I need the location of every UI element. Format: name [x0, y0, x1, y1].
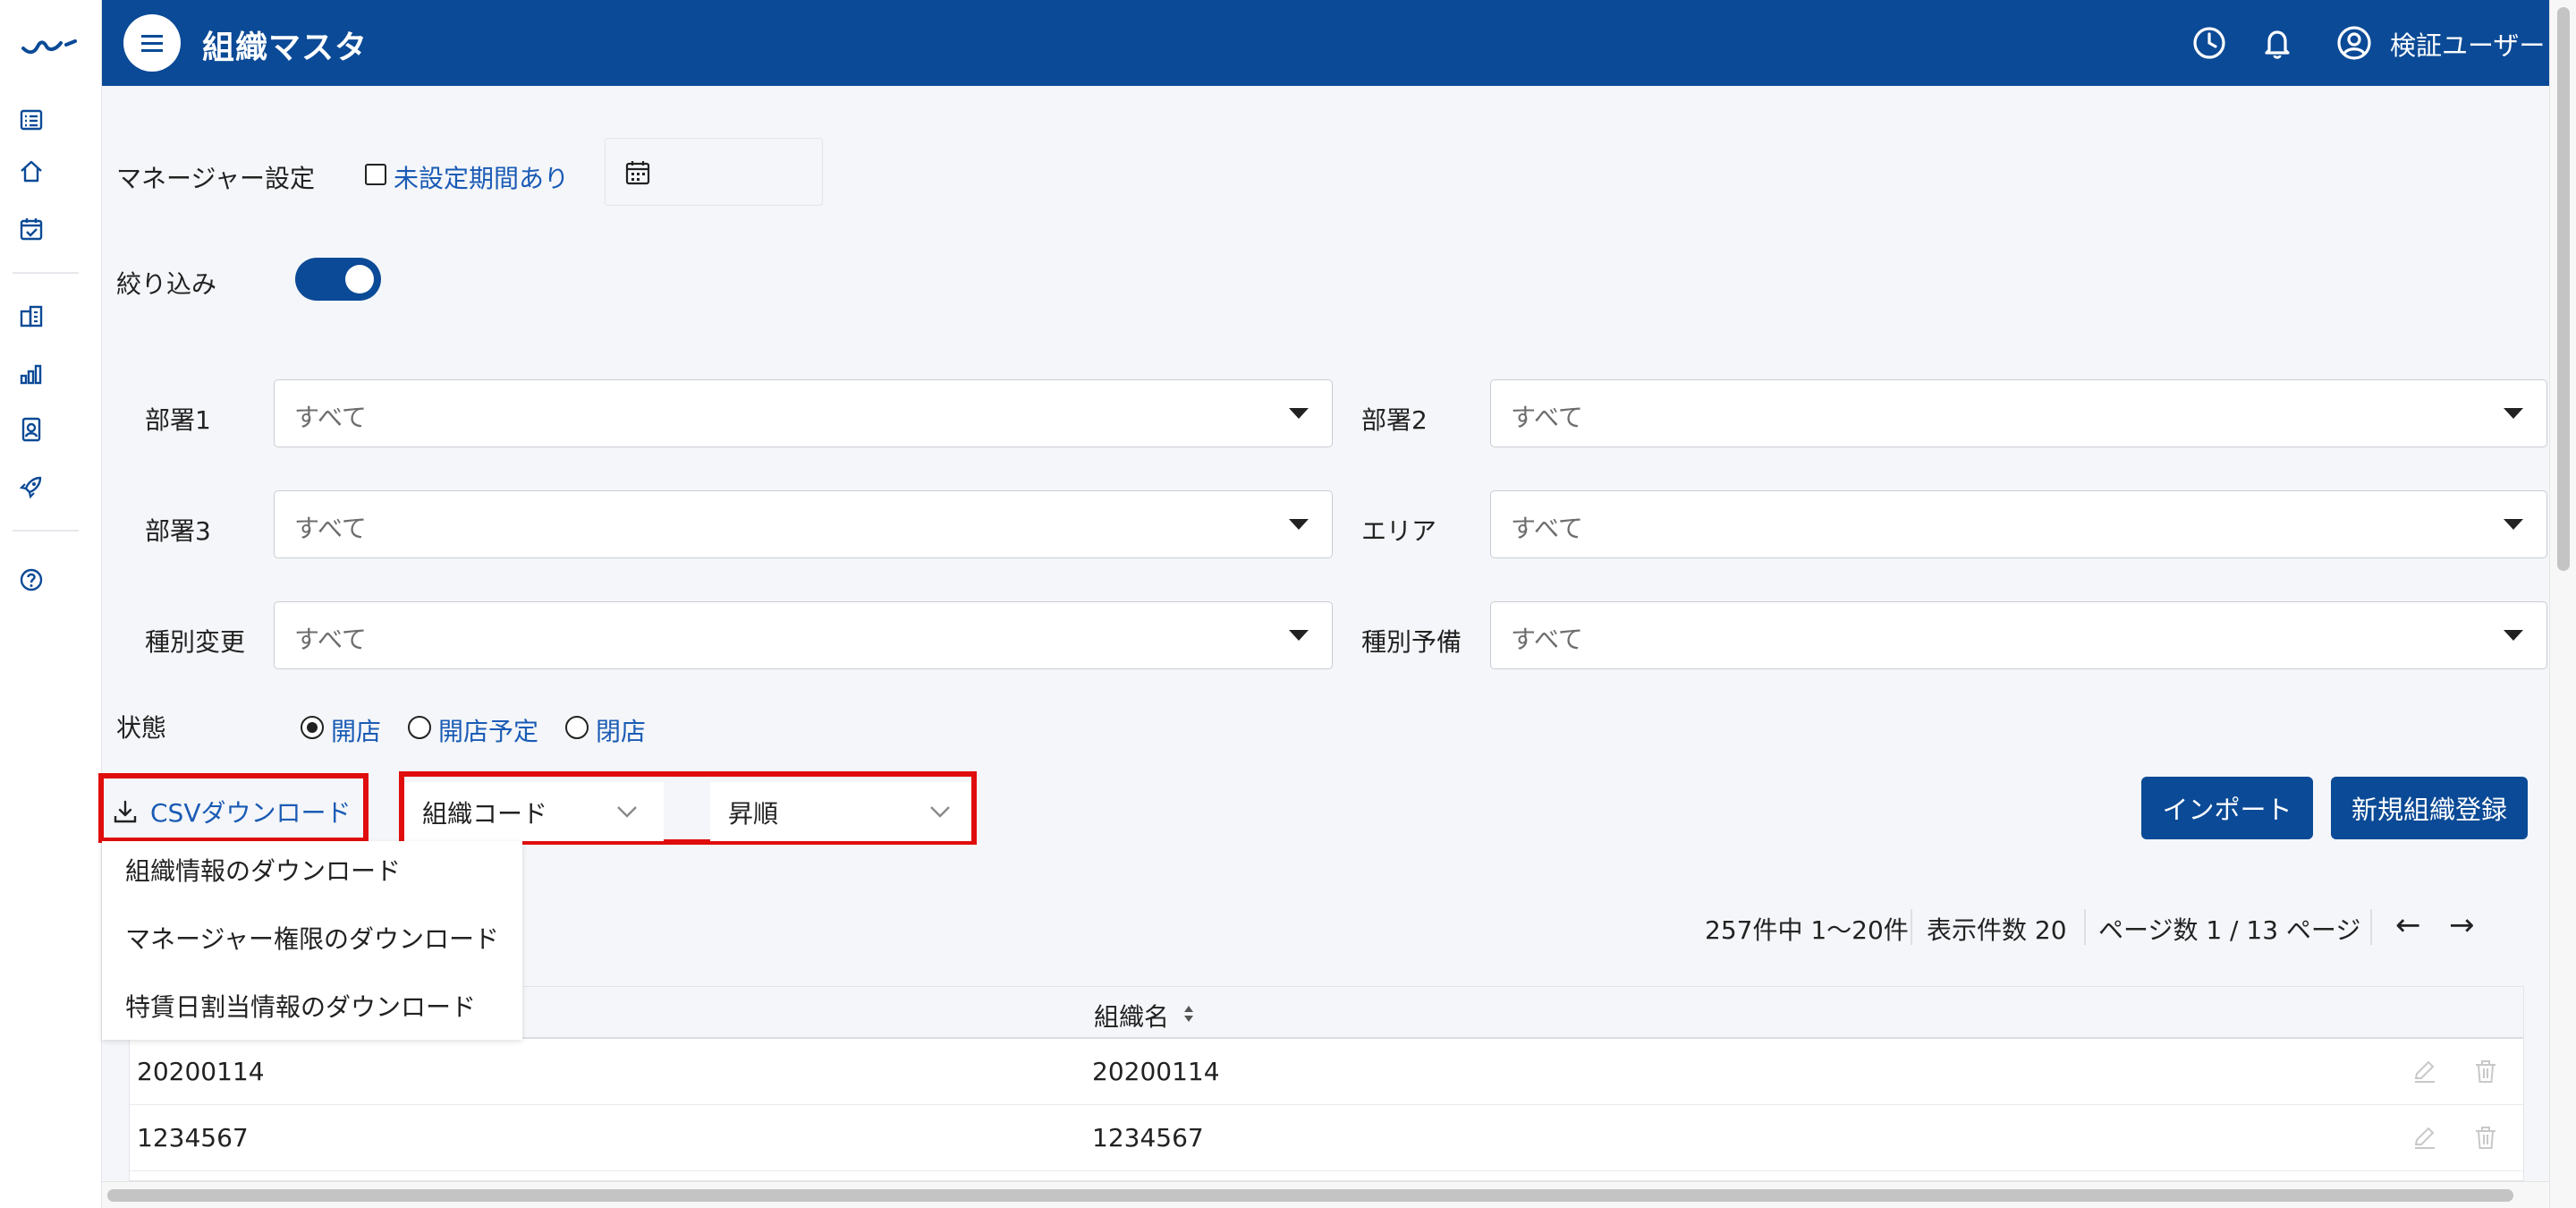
home-icon[interactable] [15, 156, 47, 188]
sidebar-divider [13, 530, 79, 532]
new-organization-button[interactable]: 新規組織登録 [2331, 777, 2528, 839]
prev-page-button[interactable]: ← [2395, 907, 2421, 943]
status-radio-closed[interactable] [565, 716, 589, 739]
horizontal-scrollbar[interactable] [102, 1181, 2549, 1208]
status-radio-open[interactable] [301, 716, 324, 739]
trash-icon[interactable] [2471, 1057, 2500, 1085]
list-icon[interactable] [15, 104, 47, 136]
app-header: 組織マスタ 検証ユーザー [102, 0, 2549, 86]
manager-settings-label: マネージャー設定 [116, 164, 316, 193]
filter-field-label: 部署2 [1361, 405, 1428, 435]
menu-item-org-info-download[interactable]: 組織情報のダウンロード [125, 852, 401, 888]
unset-period-label[interactable]: 未設定期間あり [394, 159, 569, 195]
filter-field-label: 種別予備 [1361, 627, 1462, 657]
download-icon [114, 800, 137, 823]
type-change-select[interactable]: すべて [274, 601, 1333, 669]
id-badge-icon[interactable] [15, 413, 47, 446]
trash-icon[interactable] [2471, 1123, 2500, 1152]
caret-down-icon [1289, 519, 1309, 530]
sort-order-select[interactable]: 昇順 [710, 782, 971, 841]
result-summary: 257件中 1〜20件 [1705, 915, 1909, 945]
csv-download-menu: 組織情報のダウンロード マネージャー権限のダウンロード 特賃日割当情報のダウンロ… [102, 841, 522, 1040]
filter-label: 絞り込み [116, 269, 217, 299]
menu-item-special-rent-download[interactable]: 特賃日割当情報のダウンロード [125, 988, 476, 1024]
edit-icon[interactable] [2411, 1123, 2439, 1152]
unset-period-checkbox[interactable] [365, 164, 386, 185]
bar-chart-icon[interactable] [15, 358, 47, 390]
import-button[interactable]: インポート [2141, 777, 2313, 839]
help-icon[interactable] [15, 564, 47, 596]
status-label: 状態 [116, 713, 167, 743]
area-select[interactable]: すべて [1490, 490, 2547, 558]
per-page-label[interactable]: 表示件数 20 [1927, 911, 2067, 947]
scroll-thumb[interactable] [2557, 7, 2570, 571]
select-value: すべて [294, 625, 367, 654]
table-row[interactable]: 20200114 20200114 [130, 1039, 2523, 1105]
csv-download-label: CSVダウンロード [150, 798, 352, 828]
edit-icon[interactable] [2411, 1057, 2439, 1085]
hamburger-icon [141, 41, 163, 45]
filter-field-label: 種別変更 [145, 627, 246, 657]
next-page-button[interactable]: → [2449, 907, 2475, 943]
page-title: 組織マスタ [202, 30, 369, 66]
pagination-divider [2084, 909, 2086, 945]
filter-field-label: 部署1 [145, 405, 211, 435]
filter-toggle[interactable] [295, 258, 381, 301]
org-code-cell: 1234567 [137, 1123, 249, 1153]
pagination-divider [2370, 909, 2372, 945]
user-avatar-icon[interactable] [2334, 23, 2374, 63]
select-value: すべて [1511, 514, 1583, 543]
caret-down-icon [1289, 408, 1309, 419]
caret-down-icon [2504, 519, 2523, 530]
calendar-check-icon[interactable] [15, 213, 47, 245]
org-code-cell: 20200114 [137, 1057, 265, 1086]
select-value: すべて [1511, 403, 1583, 432]
filter-field-label: 部署3 [145, 516, 211, 546]
caret-down-icon [1289, 630, 1309, 641]
select-value: すべて [294, 514, 367, 543]
bell-icon[interactable] [2258, 23, 2297, 63]
chevron-down-icon [617, 806, 637, 818]
select-value: すべて [1511, 625, 1583, 654]
toggle-knob [345, 265, 374, 293]
status-option-closed[interactable]: 閉店 [596, 712, 646, 748]
menu-item-manager-permission-download[interactable]: マネージャー権限のダウンロード [125, 920, 499, 956]
calendar-icon [625, 161, 650, 185]
sort-order-value: 昇順 [728, 799, 779, 829]
table-row[interactable]: 1234567 1234567 [130, 1105, 2523, 1171]
dept1-select[interactable]: すべて [274, 379, 1333, 447]
dept3-select[interactable]: すべて [274, 490, 1333, 558]
status-option-planned[interactable]: 開店予定 [438, 712, 538, 748]
user-name[interactable]: 検証ユーザー [2390, 25, 2545, 63]
date-picker[interactable] [605, 138, 823, 206]
sidebar-divider [13, 272, 79, 274]
org-name-cell: 1234567 [1092, 1123, 1204, 1153]
type-spare-select[interactable]: すべて [1490, 601, 2547, 669]
column-header-org-name[interactable]: 組織名 [1094, 998, 1169, 1034]
scroll-thumb[interactable] [107, 1189, 2513, 1202]
select-value: すべて [294, 403, 367, 432]
csv-download-button[interactable]: CSVダウンロード [107, 786, 358, 838]
org-name-cell: 20200114 [1092, 1057, 1220, 1086]
vertical-scrollbar[interactable] [2549, 0, 2576, 1208]
building-icon[interactable] [15, 301, 47, 333]
caret-down-icon [2504, 408, 2523, 419]
status-radio-planned[interactable] [408, 716, 431, 739]
filter-field-label: エリア [1361, 516, 1437, 546]
menu-button[interactable] [123, 14, 181, 72]
pagination-divider [1911, 909, 1912, 945]
history-icon[interactable] [2190, 23, 2229, 63]
chevron-down-icon [930, 806, 950, 818]
dept2-select[interactable]: すべて [1490, 379, 2547, 447]
sidebar [0, 0, 102, 1208]
status-option-open[interactable]: 開店 [331, 712, 381, 748]
page-count-label: ページ数 1 / 13 ページ [2098, 915, 2361, 945]
sort-toggle-icon[interactable] [1182, 1003, 1196, 1025]
sort-field-value: 組織コード [422, 799, 548, 829]
sort-field-select[interactable]: 組織コード [404, 782, 664, 841]
caret-down-icon [2504, 630, 2523, 641]
rocket-icon[interactable] [15, 471, 47, 503]
logo-icon[interactable] [18, 27, 80, 59]
